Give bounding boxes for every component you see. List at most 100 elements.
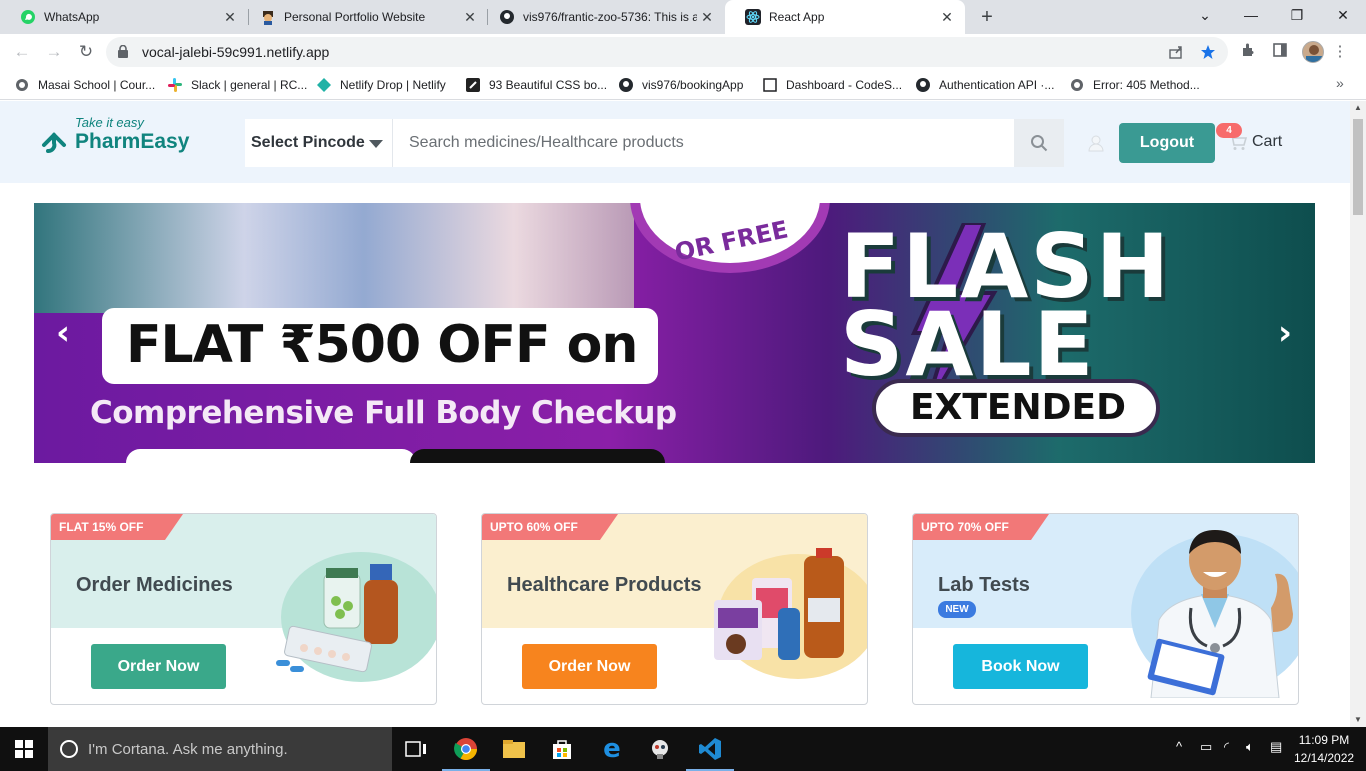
browser-tab-bar: WhatsApp ✕ Personal Portfolio Website ✕ … xyxy=(0,0,1366,34)
forward-button[interactable]: → xyxy=(42,40,66,64)
offer-tag: FLAT 15% OFF xyxy=(51,514,184,540)
volume-icon[interactable]: 🔈︎ xyxy=(1246,739,1254,755)
offer-tag: UPTO 70% OFF xyxy=(913,514,1049,540)
bookmark-auth-api[interactable]: Authentication API ·... xyxy=(915,76,1054,94)
share-icon[interactable] xyxy=(1167,43,1185,61)
menu-kebab-icon[interactable]: ⋮ xyxy=(1330,42,1350,62)
windows-logo-icon xyxy=(15,740,33,758)
bookmark-bookingapp[interactable]: vis976/bookingApp xyxy=(618,76,743,94)
tab-github[interactable]: vis976/frantic-zoo-5736: This is a ✕ xyxy=(479,0,725,34)
card-title: Lab Tests xyxy=(938,574,1030,596)
app-taskbar-icon[interactable] xyxy=(636,727,684,771)
search-button[interactable] xyxy=(1014,119,1064,167)
close-tab-icon[interactable]: ✕ xyxy=(937,7,957,27)
reload-button[interactable]: ↻ xyxy=(74,40,98,64)
extensions-icon[interactable] xyxy=(1238,42,1258,62)
pharmeasy-logo[interactable]: Take it easy PharmEasy xyxy=(40,115,200,163)
user-icon[interactable] xyxy=(1086,133,1106,153)
logo-tagline: Take it easy xyxy=(75,115,144,130)
restore-button[interactable]: ❐ xyxy=(1274,0,1320,30)
close-tab-icon[interactable]: ✕ xyxy=(460,7,480,27)
tray-overflow-chevron-icon[interactable]: ^ xyxy=(1176,739,1182,754)
cortana-search-box[interactable]: I'm Cortana. Ask me anything. xyxy=(48,727,392,771)
banner-headline: FLAT ₹500 OFF on xyxy=(126,315,638,375)
store-icon[interactable] xyxy=(538,727,586,771)
card-order-medicines[interactable]: FLAT 15% OFF Order Medicines Order Now xyxy=(50,513,437,705)
pincode-label: Select Pincode xyxy=(251,134,365,151)
close-window-button[interactable]: ✕ xyxy=(1320,0,1366,30)
card-healthcare-products[interactable]: UPTO 60% OFF Healthcare Products Order N… xyxy=(481,513,868,705)
bookmark-netlify[interactable]: Netlify Drop | Netlify xyxy=(316,76,446,94)
tab-title: WhatsApp xyxy=(44,10,100,24)
bookmark-codesignal[interactable]: Dashboard - CodeS... xyxy=(762,76,902,94)
scroll-up-arrow-icon[interactable]: ▲ xyxy=(1350,101,1366,115)
windows-start-button[interactable] xyxy=(0,727,48,771)
order-now-button[interactable]: Order Now xyxy=(522,644,657,689)
side-panel-icon[interactable] xyxy=(1270,42,1290,62)
logout-button[interactable]: Logout xyxy=(1119,123,1215,163)
bookmark-label: Masai School | Cour... xyxy=(38,78,156,92)
profile-avatar[interactable] xyxy=(1302,41,1324,63)
bookmarks-overflow-chevron-icon[interactable]: » xyxy=(1336,75,1344,91)
healthcare-products-icon xyxy=(714,548,844,660)
scroll-thumb[interactable] xyxy=(1353,119,1363,215)
css-icon xyxy=(465,77,481,93)
task-view-icon[interactable] xyxy=(392,727,440,771)
github-icon xyxy=(499,9,515,25)
netlify-icon xyxy=(316,77,332,93)
lock-icon xyxy=(118,45,128,58)
bookmark-label: Authentication API ·... xyxy=(939,78,1055,92)
github-icon xyxy=(618,77,634,93)
bookmark-css[interactable]: 93 Beautiful CSS bo... xyxy=(465,76,607,94)
windows-taskbar: I'm Cortana. Ask me anything. e ^ ▭ ◜ 🔈︎… xyxy=(0,727,1366,771)
whatsapp-icon xyxy=(20,9,36,25)
language-icon[interactable]: ▤ xyxy=(1270,739,1282,755)
chrome-taskbar-icon[interactable] xyxy=(442,727,490,771)
promo-banner-carousel[interactable]: OR FREE FLAT ₹500 OFF on Comprehensive F… xyxy=(34,203,1315,463)
tab-search-chevron-icon[interactable]: ⌄ xyxy=(1182,0,1228,30)
tab-portfolio[interactable]: Personal Portfolio Website ✕ xyxy=(240,0,488,34)
minimize-button[interactable]: — xyxy=(1228,0,1274,30)
bookmark-label: Netlify Drop | Netlify xyxy=(340,78,446,92)
pharmeasy-logo-mark-icon xyxy=(42,132,66,153)
banner-subline: Comprehensive Full Body Checkup xyxy=(90,395,677,431)
cart-count-badge: 4 xyxy=(1216,123,1242,138)
doctor-illustration-icon xyxy=(1147,530,1293,698)
new-badge: NEW xyxy=(938,601,976,618)
order-now-button[interactable]: Order Now xyxy=(91,644,226,689)
tab-react-app[interactable]: React App ✕ xyxy=(725,0,965,34)
carousel-prev-arrow-icon[interactable]: ‹ xyxy=(48,313,78,353)
bookmark-error-405[interactable]: Error: 405 Method... xyxy=(1069,76,1200,94)
battery-icon[interactable]: ▭ xyxy=(1200,739,1212,755)
card-title: Order Medicines xyxy=(76,574,233,596)
page-scrollbar[interactable]: ▲ ▼ xyxy=(1350,101,1366,727)
bookmark-masai[interactable]: Masai School | Cour... xyxy=(14,76,155,94)
search-input[interactable] xyxy=(393,119,1014,167)
back-button[interactable]: ← xyxy=(10,40,34,64)
clock-time: 11:09 PM xyxy=(1298,733,1350,747)
card-lab-tests[interactable]: UPTO 70% OFF Lab Tests NEW Book Now xyxy=(912,513,1299,705)
carousel-next-arrow-icon[interactable]: › xyxy=(1270,313,1300,353)
tab-title: vis976/frantic-zoo-5736: This is a xyxy=(523,10,697,24)
system-clock[interactable]: 11:09 PM 12/14/2022 xyxy=(1294,731,1354,767)
pincode-select[interactable]: Select Pincode xyxy=(245,119,393,167)
banner-sale-text: SALE xyxy=(840,293,1096,396)
file-explorer-icon[interactable] xyxy=(490,727,538,771)
tab-whatsapp[interactable]: WhatsApp ✕ xyxy=(0,0,248,34)
banner-bottom-pill xyxy=(126,449,416,463)
vscode-icon[interactable] xyxy=(686,727,734,771)
bookmark-star-icon[interactable] xyxy=(1199,43,1217,61)
cortana-circle-icon xyxy=(60,740,78,758)
edge-icon[interactable]: e xyxy=(588,727,636,771)
scroll-down-arrow-icon[interactable]: ▼ xyxy=(1350,713,1366,727)
close-tab-icon[interactable]: ✕ xyxy=(697,7,717,27)
omnibox[interactable]: vocal-jalebi-59c991.netlify.app xyxy=(106,37,1228,67)
book-now-button[interactable]: Book Now xyxy=(953,644,1088,689)
new-tab-button[interactable]: + xyxy=(976,6,998,28)
wifi-icon[interactable]: ◜ xyxy=(1224,739,1229,755)
card-title: Healthcare Products xyxy=(507,574,702,596)
banner-photo xyxy=(34,203,634,313)
github-icon xyxy=(915,77,931,93)
close-tab-icon[interactable]: ✕ xyxy=(220,7,240,27)
bookmark-slack[interactable]: Slack | general | RC... xyxy=(167,76,307,94)
